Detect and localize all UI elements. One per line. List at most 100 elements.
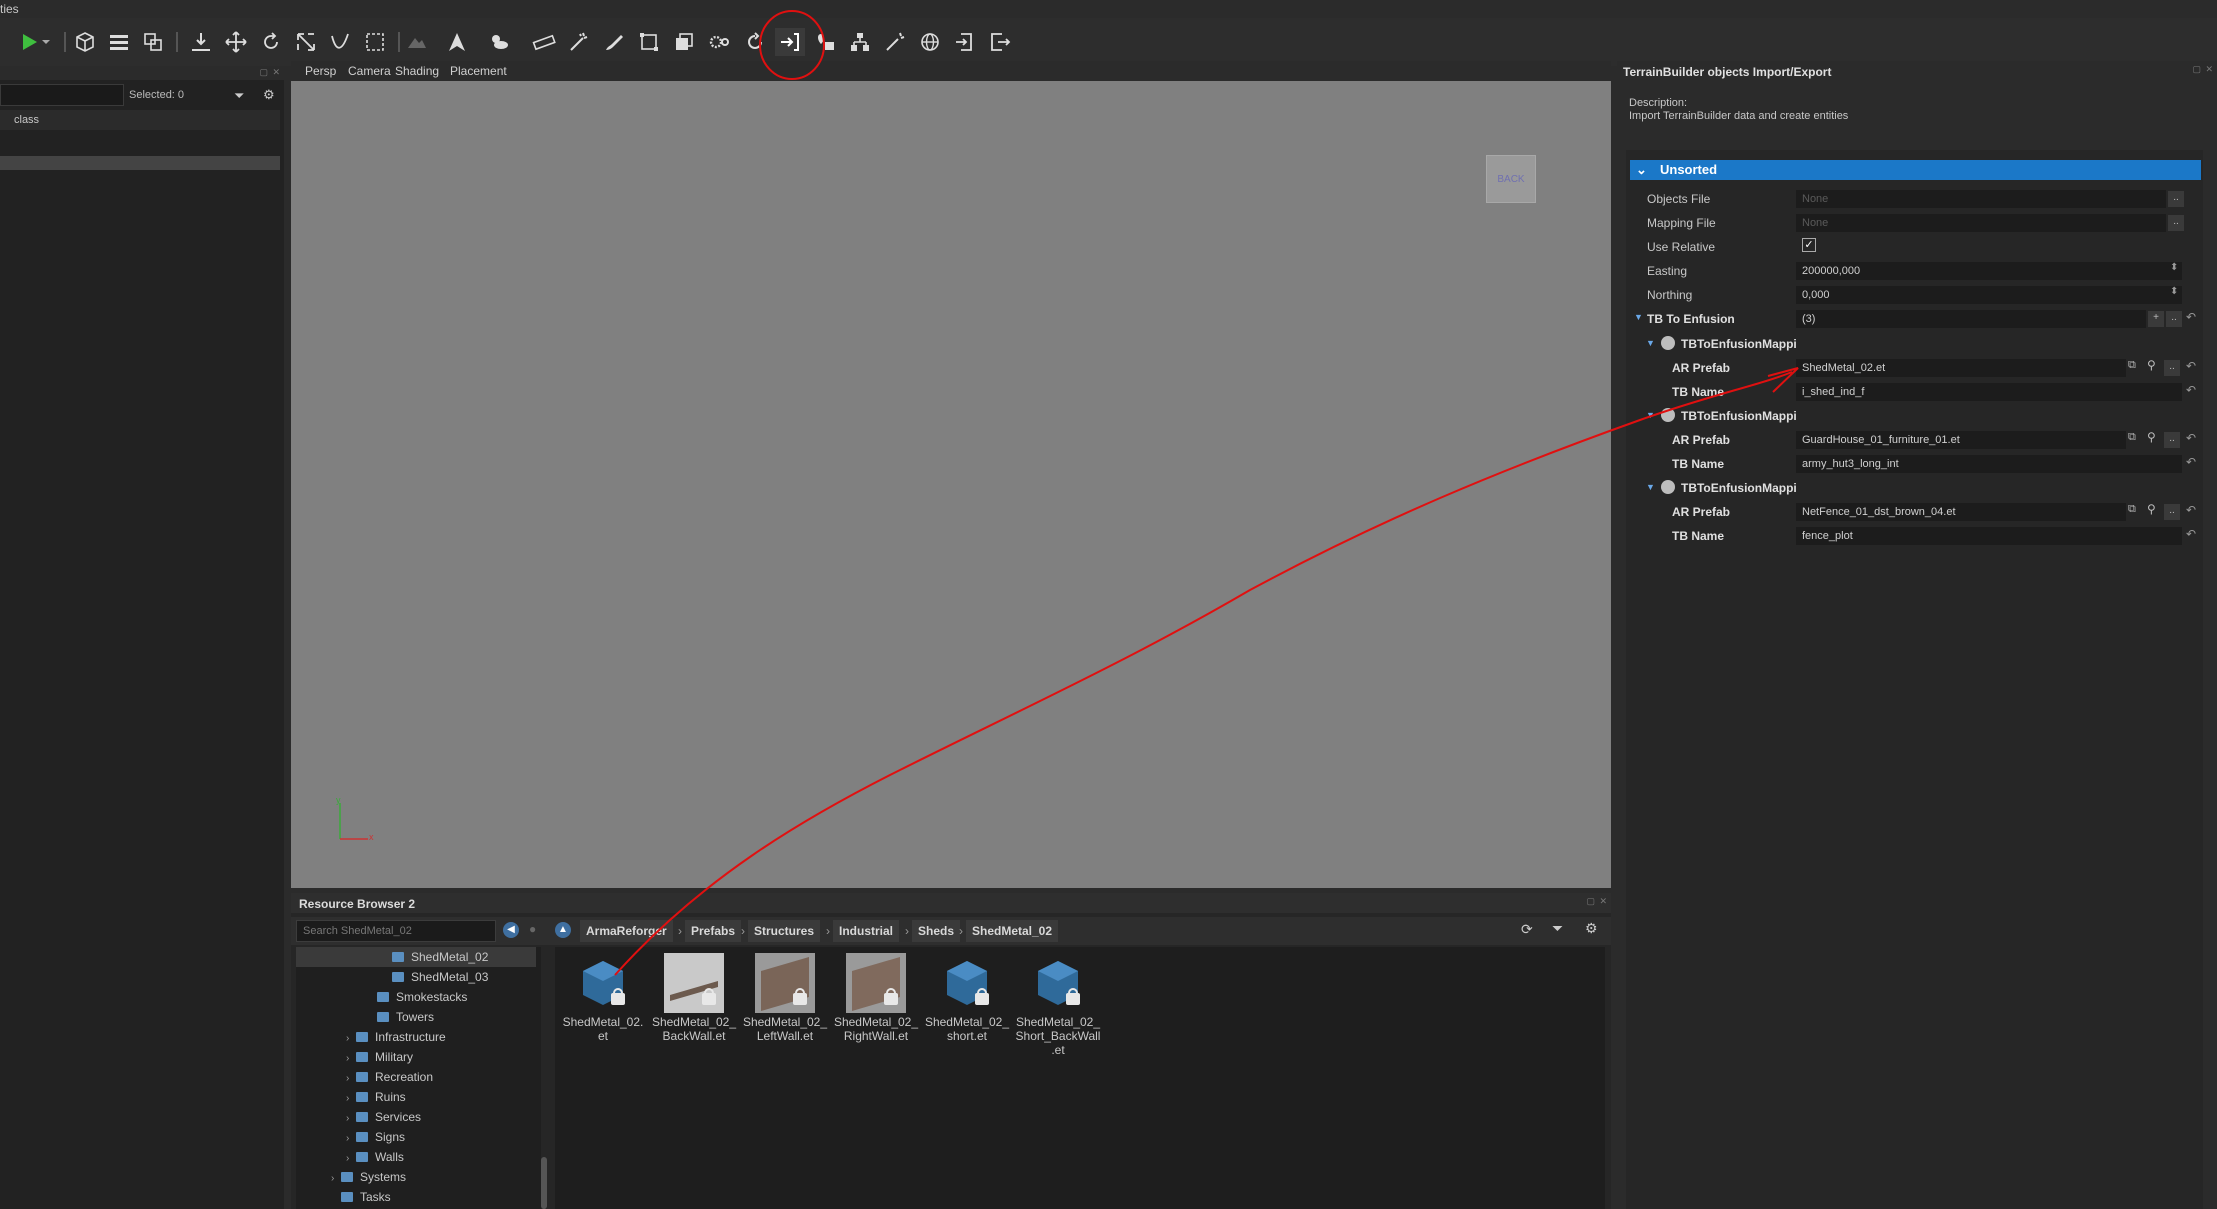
reset-icon[interactable]: ↶ [2186,503,2196,517]
expand-arrow-icon[interactable]: ▼ [1646,482,1655,492]
tree-item[interactable]: ShedMetal_03 [296,967,488,987]
wand-sparkle-icon[interactable] [880,28,910,56]
breadcrumb-item[interactable]: Prefabs [685,920,742,942]
browse-button[interactable]: .. [2164,432,2180,448]
panel-float-icon[interactable]: ▢ [1586,896,1595,907]
panel-float-icon[interactable]: ▢ [2192,64,2201,75]
mapping-file-field[interactable]: None [1796,214,2166,232]
gear-icon[interactable]: ⚙ [263,87,275,103]
chevron-right-icon[interactable]: › [346,1109,356,1129]
breadcrumb-item[interactable]: ShedMetal_02 [966,920,1059,942]
chevron-right-icon[interactable]: › [346,1029,356,1049]
section-header-unsorted[interactable]: ⌄ Unsorted [1630,160,2201,180]
reset-icon[interactable]: ↶ [2186,431,2196,445]
tree-item[interactable]: › Military [296,1047,413,1067]
tree-item[interactable]: › Recreation [296,1067,433,1087]
outliner-search-input[interactable] [0,84,124,106]
tree-item[interactable]: Towers [296,1007,434,1027]
snap-icon[interactable] [138,28,168,56]
asset-tile[interactable]: ShedMetal_02_ RightWall.et [831,953,921,1043]
tree-item[interactable]: › Ruins [296,1087,406,1107]
asset-tile[interactable]: ShedMetal_02_ LeftWall.et [740,953,830,1043]
tab-persp[interactable]: Persp [299,64,342,78]
navigation-cube[interactable]: BACK [1486,155,1536,203]
tab-placement[interactable]: Placement [444,64,513,78]
reset-icon[interactable]: ↶ [2186,383,2196,397]
tree-item[interactable]: › Infrastructure [296,1027,446,1047]
refresh-icon[interactable]: ⟳ [1521,921,1533,938]
terrain-icon[interactable] [402,28,432,56]
place-on-ground-icon[interactable] [186,28,216,56]
panel-close-icon[interactable]: ✕ [2205,64,2213,75]
duplicate-icon[interactable] [669,28,699,56]
browse-button[interactable]: .. [2164,360,2180,376]
resource-search-input[interactable]: Search ShedMetal_02 [296,920,496,942]
open-external-icon[interactable]: ⧉ [2128,503,2136,516]
browse-button[interactable]: .. [2168,191,2184,207]
add-item-button[interactable]: + [2148,311,2164,327]
refresh-icon[interactable] [740,28,770,56]
open-external-icon[interactable]: ⧉ [2128,359,2136,372]
tree-item[interactable]: › Signs [296,1127,405,1147]
tree-item[interactable]: › Systems [296,1167,406,1187]
settings-gears-icon[interactable] [704,28,734,56]
chevron-right-icon[interactable]: › [346,1129,356,1149]
chevron-right-icon[interactable]: › [346,1049,356,1069]
back-icon[interactable]: ◀ [503,922,519,938]
reset-icon[interactable]: ↶ [2186,527,2196,541]
transform-box-icon[interactable] [634,28,664,56]
globe-icon[interactable] [915,28,945,56]
asset-tile[interactable]: ShedMetal_02_ Short_BackWall .et [1013,953,1103,1057]
spinner-icon[interactable]: ⬍ [2170,262,2178,273]
chevron-right-icon[interactable]: › [346,1069,356,1089]
panel-close-icon[interactable]: ✕ [1599,896,1607,907]
tb-name-field[interactable]: army_hut3_long_int [1796,455,2182,473]
search-icon[interactable]: ⚲ [2147,430,2156,444]
filter-icon[interactable]: ⏷ [234,88,244,104]
weather-icon[interactable] [484,28,514,56]
scale-icon[interactable] [291,28,321,56]
asset-tile[interactable]: ShedMetal_02. et [558,953,648,1043]
navigation-arrow-icon[interactable] [442,28,472,56]
tree-item[interactable]: Smokestacks [296,987,467,1007]
export-icon[interactable] [985,28,1015,56]
objects-file-field[interactable]: None [1796,190,2166,208]
panel-close-icon[interactable]: ✕ [272,67,280,78]
browse-button[interactable]: .. [2164,504,2180,520]
reset-icon[interactable]: ↶ [2186,310,2196,324]
easting-field[interactable]: 200000,000 [1796,262,2182,280]
forward-icon[interactable]: ● [529,922,536,936]
search-icon[interactable]: ⚲ [2147,358,2156,372]
enter-icon[interactable] [950,28,980,56]
selection-rect-icon[interactable] [360,28,390,56]
outliner-selected-row[interactable] [0,156,280,170]
more-button[interactable]: .. [2166,311,2182,327]
chevron-right-icon[interactable]: › [346,1089,356,1109]
asset-tile[interactable]: ShedMetal_02_ BackWall.et [649,953,739,1043]
spinner-icon[interactable]: ⬍ [2170,286,2178,297]
expand-arrow-icon[interactable]: ▼ [1646,338,1655,348]
tree-item[interactable]: › Services [296,1107,421,1127]
brush-icon[interactable] [599,28,629,56]
curve-tool-icon[interactable] [325,28,355,56]
hierarchy-icon[interactable] [845,28,875,56]
filter-icon[interactable]: ⏷ [1552,920,1563,937]
chevron-right-icon[interactable]: › [331,1169,341,1189]
up-icon[interactable]: ▲ [555,922,571,938]
3d-viewport[interactable] [291,81,1611,888]
browse-button[interactable]: .. [2168,215,2184,231]
search-icon[interactable]: ⚲ [2147,502,2156,516]
tree-item[interactable]: Tasks [296,1187,391,1207]
expand-arrow-icon[interactable]: ▼ [1646,410,1655,420]
import-icon[interactable] [775,28,805,56]
gear-icon[interactable]: ⚙ [1585,920,1598,937]
cube-icon[interactable] [70,28,100,56]
map-pin-icon[interactable] [810,28,840,56]
magic-wand-icon[interactable] [564,28,594,56]
ar-prefab-field[interactable]: NetFence_01_dst_brown_04.et [1796,503,2126,521]
layers-icon[interactable] [104,28,134,56]
breadcrumb-item[interactable]: Industrial [833,920,900,942]
breadcrumb-item[interactable]: Sheds [912,920,961,942]
tree-item[interactable]: › Walls [296,1147,404,1167]
tab-shading[interactable]: Shading [389,64,445,78]
